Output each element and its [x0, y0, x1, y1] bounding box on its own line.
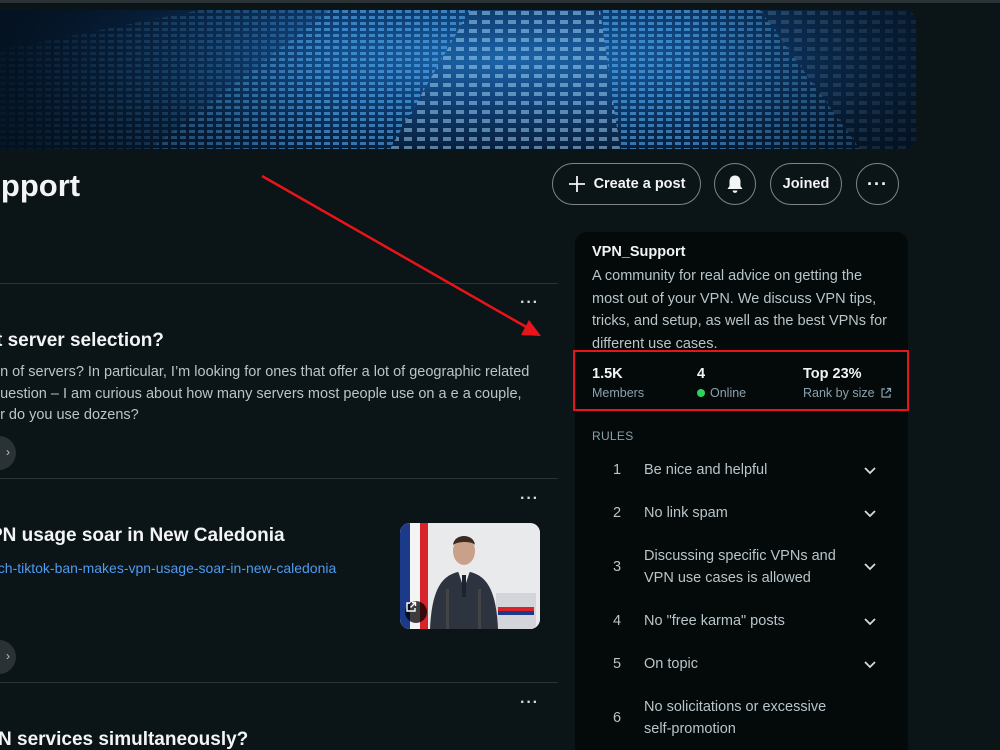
rule-number: 4: [613, 613, 622, 629]
community-title: upport: [0, 168, 81, 203]
post-more-button[interactable]: ···: [520, 694, 539, 712]
rule-item[interactable]: 2 No link spam: [575, 503, 908, 525]
chevron-down-icon: [864, 467, 876, 475]
right-gutter: [916, 3, 1000, 750]
create-post-label: Create a post: [593, 176, 686, 192]
feed-divider: [0, 478, 558, 479]
community-banner: [0, 10, 916, 149]
post-more-button[interactable]: ···: [520, 490, 539, 508]
rule-number: 5: [613, 656, 622, 672]
post-more-button[interactable]: ···: [520, 294, 539, 312]
sidebar-description: A community for real advice on getting t…: [592, 268, 887, 352]
rule-text: Be nice and helpful: [644, 462, 768, 478]
plus-icon: [568, 176, 585, 192]
rule-number: 6: [613, 710, 622, 726]
community-sidebar: VPN_Support A community for real advice …: [575, 232, 908, 750]
banner-circuit-pattern: [0, 10, 916, 149]
rule-text: On topic: [644, 656, 698, 672]
feed-divider: [0, 682, 558, 683]
rule-item[interactable]: 4 No "free karma" posts: [575, 611, 908, 633]
sidebar-community-name: VPN_Support: [592, 244, 686, 260]
rule-item[interactable]: 6 No solicitations or excessive self-pro…: [575, 697, 908, 741]
rule-text: Discussing specific VPNs and VPN use cas…: [644, 548, 836, 586]
create-post-button[interactable]: Create a post: [552, 163, 701, 205]
rule-number: 3: [613, 559, 622, 575]
bell-icon: [727, 175, 743, 193]
rule-text: No link spam: [644, 505, 728, 521]
rule-number: 1: [613, 462, 622, 478]
external-link-icon: [405, 601, 427, 623]
chevron-down-icon: [864, 661, 876, 669]
rule-item[interactable]: 1 Be nice and helpful: [575, 460, 908, 482]
post-title[interactable]: PN usage soar in New Caledonia: [0, 525, 285, 547]
notifications-button[interactable]: [714, 163, 756, 205]
vote-arrow-icon: ›: [6, 445, 10, 459]
rule-number: 2: [613, 505, 622, 521]
chevron-down-icon: [864, 510, 876, 518]
window-top-edge: [0, 0, 1000, 3]
community-more-button[interactable]: ···: [856, 163, 899, 205]
feed-divider: [0, 283, 558, 284]
rule-item[interactable]: 3 Discussing specific VPNs and VPN use c…: [575, 546, 908, 590]
post-body: on of servers? In particular, I’m lookin…: [0, 364, 530, 423]
post-title[interactable]: N services simultaneously?: [0, 729, 248, 750]
chevron-down-icon: [864, 563, 876, 571]
chevron-down-icon: [864, 618, 876, 626]
post-thumbnail[interactable]: [400, 523, 540, 629]
post-vote-pill[interactable]: ›: [0, 436, 16, 470]
rule-text: No "free karma" posts: [644, 613, 785, 629]
annotation-highlight-box: [573, 350, 909, 411]
joined-button[interactable]: Joined: [770, 163, 842, 205]
post-vote-pill[interactable]: ›: [0, 640, 16, 674]
rule-text: No solicitations or excessive self-promo…: [644, 699, 827, 737]
post-title[interactable]: t server selection?: [0, 330, 164, 352]
rule-item[interactable]: 5 On topic: [575, 654, 908, 676]
vote-arrow-icon: ›: [6, 649, 10, 663]
rules-header: RULES: [592, 429, 634, 443]
post-external-link[interactable]: nch-tiktok-ban-makes-vpn-usage-soar-in-n…: [0, 560, 336, 576]
